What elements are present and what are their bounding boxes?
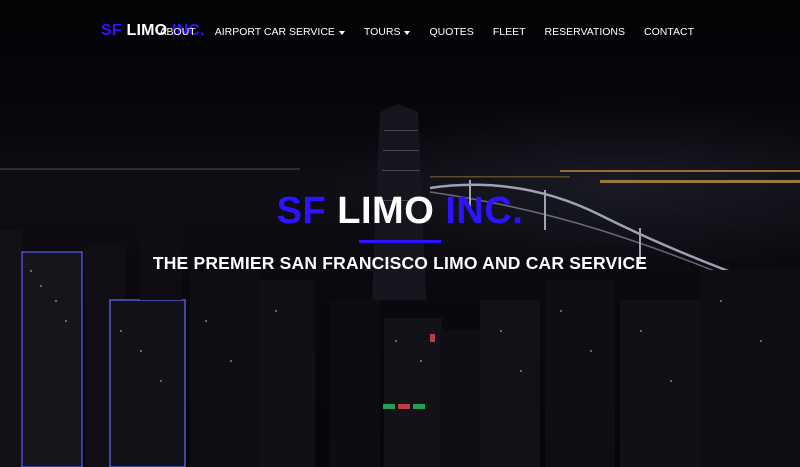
nav-item-label: RESERVATIONS: [544, 26, 626, 38]
caret-down-icon: [404, 30, 411, 35]
nav-item-about[interactable]: ABOUT: [160, 26, 196, 38]
nav-item-label: CONTACT: [644, 26, 694, 38]
hero-background-city-night: [0, 0, 800, 467]
logo-sf: SF: [101, 22, 122, 39]
nav-item-label: AIRPORT CAR SERVICE: [214, 26, 335, 38]
hero-title-inc: INC.: [445, 190, 524, 232]
nav-item-reservations[interactable]: RESERVATIONS: [545, 26, 626, 38]
hero-title-limo: LIMO: [337, 190, 435, 232]
nav-item-quotes[interactable]: QUOTES: [429, 26, 473, 38]
nav-item-fleet[interactable]: FLEET: [493, 26, 526, 38]
hero-dark-overlay: [0, 0, 800, 467]
nav-item-tours[interactable]: TOURS: [364, 26, 411, 38]
caret-down-icon: [338, 30, 345, 35]
hero-title: SF LIMO INC.: [0, 190, 800, 233]
hero-divider: [359, 240, 441, 243]
hero-title-sf: SF: [276, 190, 327, 232]
nav-item-label: ABOUT: [159, 26, 196, 38]
nav-item-label: QUOTES: [429, 26, 474, 38]
hero-tagline: THE PREMIER SAN FRANCISCO LIMO AND CAR S…: [152, 253, 648, 273]
nav-item-label: TOURS: [363, 26, 401, 38]
nav-item-airport-car-service[interactable]: AIRPORT CAR SERVICE: [215, 26, 345, 38]
main-navigation: ABOUT AIRPORT CAR SERVICE TOURS QUOTES F…: [160, 26, 694, 38]
nav-item-label: FLEET: [492, 26, 526, 38]
nav-item-contact[interactable]: CONTACT: [644, 26, 694, 38]
